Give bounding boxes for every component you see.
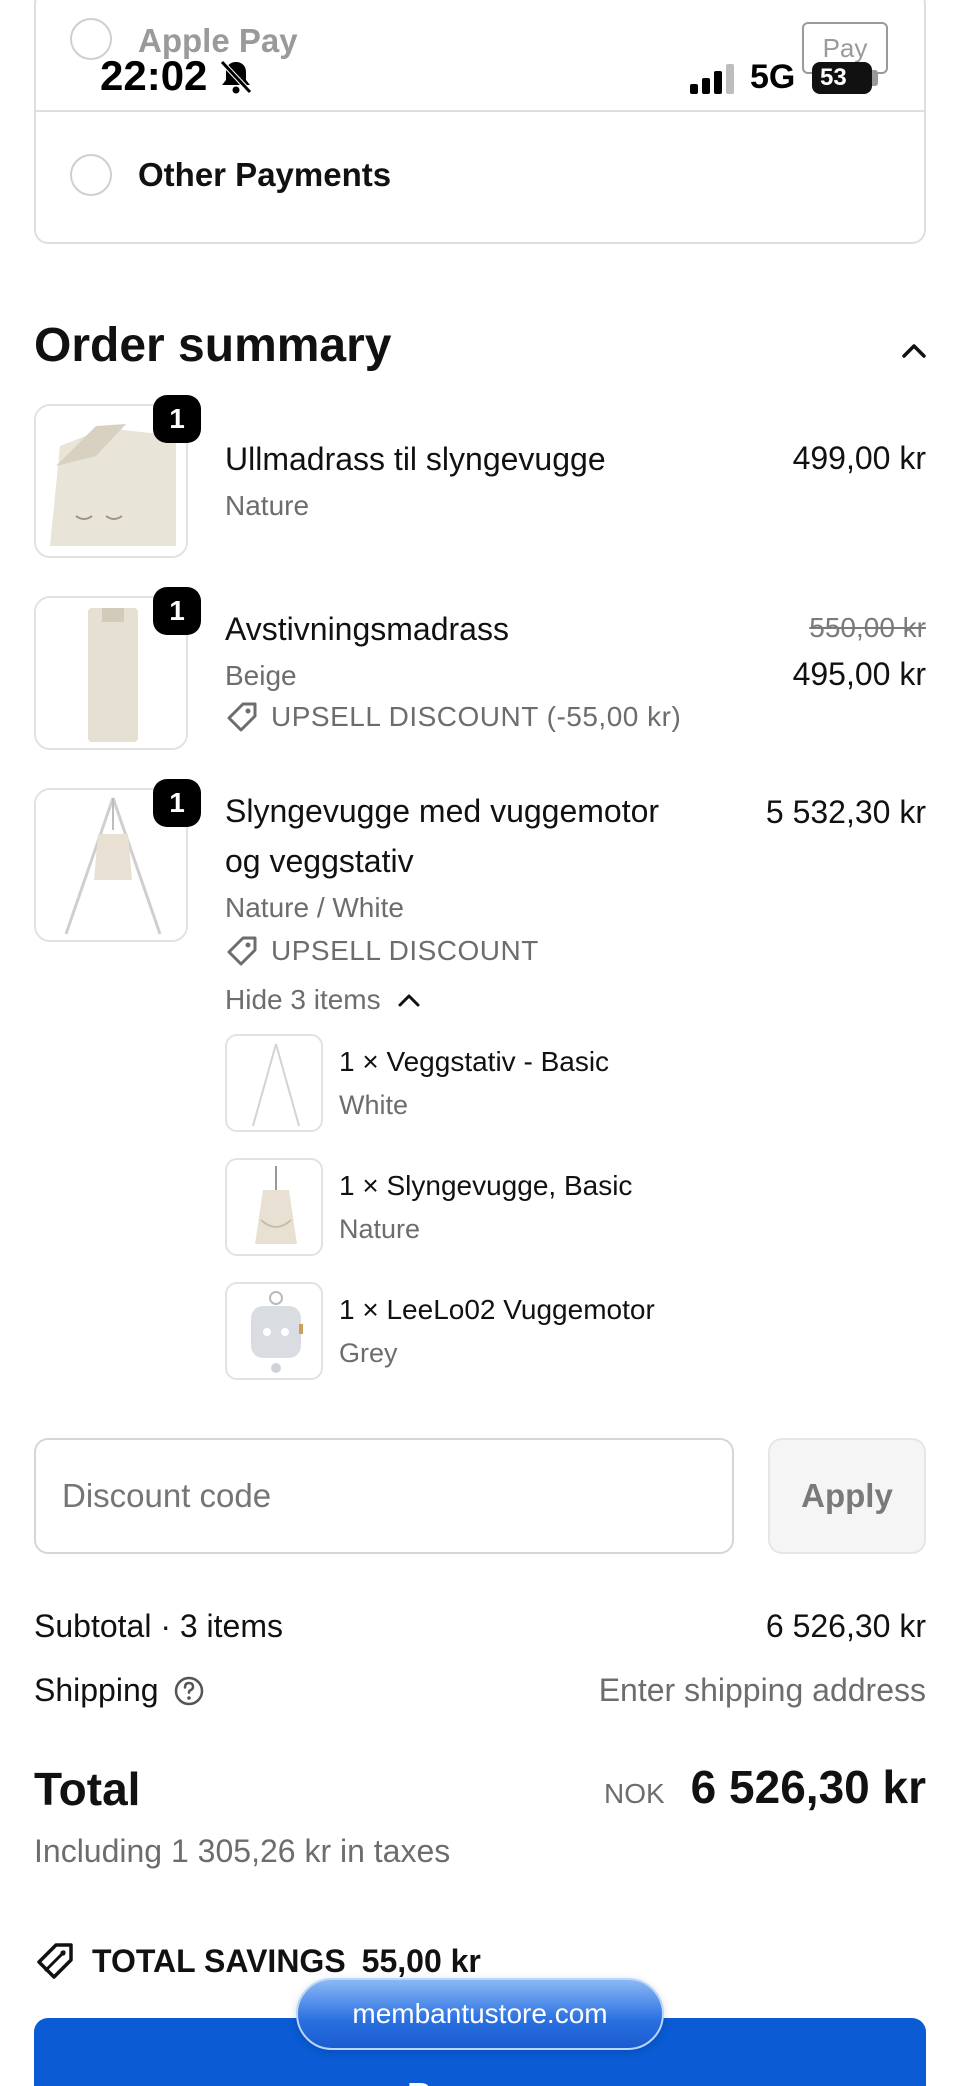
product-image-cradle: [225, 1158, 323, 1256]
item-price: 5 532,30 kr: [765, 794, 926, 830]
status-bar: 22:02 5G 53: [0, 0, 960, 150]
product-image-wall-stand: [225, 1034, 323, 1132]
chevron-up-icon: [398, 994, 420, 1007]
bundle-toggle[interactable]: Hide 3 items: [225, 984, 421, 1016]
status-time: 22:02: [100, 52, 208, 99]
battery-icon: 53: [812, 62, 872, 94]
total-amount: 6 526,30 kr: [690, 1761, 926, 1813]
original-price: 550,00 kr: [809, 612, 926, 643]
bundle-item-name: 1 × LeeLo02 Vuggemotor: [339, 1294, 655, 1325]
tag-icon: [227, 936, 257, 966]
order-summary-title: Order summary: [34, 319, 392, 372]
bundle-item-name: 1 × Slyngevugge, Basic: [339, 1170, 633, 1201]
help-icon[interactable]: [173, 1675, 205, 1707]
network-type: 5G: [750, 58, 796, 96]
subtotal-value: 6 526,30 kr: [765, 1608, 926, 1644]
total-currency: NOK: [604, 1778, 665, 1809]
bundle-item-name: 1 × Veggstativ - Basic: [339, 1046, 610, 1077]
item-variant: Nature: [225, 490, 310, 521]
apply-discount-button[interactable]: Apply: [768, 1438, 926, 1554]
product-image-motor: [225, 1282, 323, 1380]
total-savings: TOTAL SAVINGS 55,00 kr: [34, 1940, 481, 1982]
other-payments-label: Other Payments: [138, 156, 392, 193]
shipping-label-group: Shipping: [34, 1672, 205, 1709]
item-price: 495,00 kr: [792, 656, 926, 692]
other-payments-radio[interactable]: [70, 154, 112, 196]
tax-note: Including 1 305,26 kr in taxes: [34, 1833, 451, 1869]
bundle-item: 1 × LeeLo02 Vuggemotor Grey: [225, 1282, 925, 1382]
browser-url-bar[interactable]: membantustore.com: [296, 1978, 664, 2050]
tag-icon: [37, 1943, 73, 1979]
chevron-up-icon[interactable]: [898, 336, 930, 364]
discount-label: UPSELL DISCOUNT: [271, 935, 539, 966]
bundle-item: 1 × Slyngevugge, Basic Nature: [225, 1158, 925, 1258]
bundle-item-variant: Grey: [339, 1338, 398, 1368]
bundle-item-variant: Nature: [339, 1214, 421, 1244]
shipping-label: Shipping: [34, 1672, 159, 1708]
bundle-item-variant: White: [339, 1090, 409, 1120]
item-name: Avstivningsmadrass: [225, 611, 509, 647]
shipping-value: Enter shipping address: [598, 1672, 926, 1708]
quantity-badge: 1: [153, 779, 201, 827]
discount-code-input[interactable]: [34, 1438, 734, 1554]
battery-level: 53: [820, 64, 847, 91]
battery-tip: [872, 70, 878, 86]
quantity-badge: 1: [153, 395, 201, 443]
bell-muted-icon: [220, 60, 252, 94]
total-label: Total: [34, 1763, 141, 1815]
item-variant: Nature / White: [225, 892, 404, 923]
item-discount: UPSELL DISCOUNT (-55,00 kr): [225, 700, 681, 734]
signal-icon: [690, 64, 734, 94]
bundle-toggle-label: Hide 3 items: [225, 984, 381, 1015]
savings-label: TOTAL SAVINGS: [92, 1942, 346, 1979]
item-price: 499,00 kr: [792, 440, 926, 476]
item-name-line-1: Slyngevugge med vuggemotor: [225, 793, 660, 829]
item-name: Ullmadrass til slyngevugge: [225, 441, 606, 477]
tag-icon: [227, 702, 257, 732]
item-discount: UPSELL DISCOUNT: [225, 934, 539, 968]
bundle-item: 1 × Veggstativ - Basic White: [225, 1034, 925, 1134]
discount-label: UPSELL DISCOUNT (-55,00 kr): [271, 701, 682, 732]
savings-value: 55,00 kr: [361, 1942, 481, 1979]
quantity-badge: 1: [153, 587, 201, 635]
item-name-line-2: og veggstativ: [225, 843, 414, 879]
item-variant: Beige: [225, 660, 297, 691]
subtotal-label: Subtotal · 3 items: [34, 1608, 283, 1644]
